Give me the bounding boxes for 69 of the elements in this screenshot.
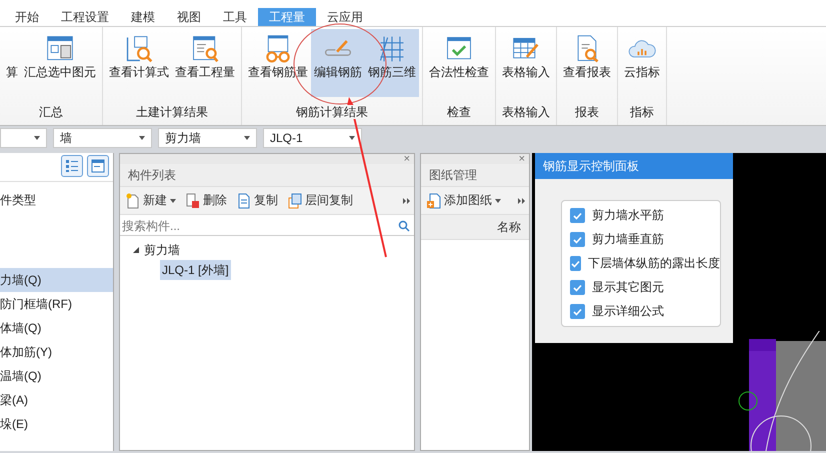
checkbox[interactable] — [570, 232, 585, 247]
panel-title: 构件列表 — [120, 164, 414, 187]
dropdown[interactable]: JLQ-1 — [263, 128, 362, 148]
tree-node[interactable]: JLQ-1 [外墙] — [160, 260, 231, 280]
group-label: 表格输入 — [502, 105, 550, 119]
group-label: 报表 — [575, 105, 599, 119]
ribbon-tab[interactable]: 云应用 — [316, 8, 374, 26]
component-type-item[interactable]: 垛(E) — [0, 412, 113, 436]
checkmark-icon — [573, 212, 582, 220]
toolbar-button[interactable]: 删除 — [183, 192, 230, 209]
checkmark-icon — [573, 236, 582, 244]
checkmark-icon — [573, 284, 582, 292]
ribbon-button[interactable]: 查看计算式 — [106, 29, 172, 97]
panel-title: 钢筋显示控制面板 — [535, 153, 733, 179]
ribbon-button[interactable]: 表格输入 — [499, 29, 553, 97]
group-label: 检查 — [447, 105, 471, 119]
component-type-item[interactable]: 力墙(Q) — [0, 268, 113, 292]
ribbon-tab[interactable]: 开始 — [4, 8, 50, 26]
ribbon-tab[interactable]: 工具 — [212, 8, 258, 26]
component-type-item[interactable]: 体墙(Q) — [0, 316, 113, 340]
new-document-icon — [126, 192, 140, 208]
ribbon-button[interactable]: 查看工程量 — [172, 29, 238, 97]
dropdown[interactable]: 剪力墙 — [158, 128, 257, 148]
checkbox-label: 剪力墙垂直筋 — [592, 231, 664, 248]
component-type-item[interactable]: 梁(A) — [0, 388, 113, 412]
window-view-icon[interactable] — [87, 155, 109, 177]
ribbon-button[interactable]: 算 — [3, 29, 21, 97]
search-icon[interactable] — [398, 220, 410, 232]
checkbox-label: 下层墙体纵筋的露出长度 — [588, 255, 720, 272]
document-icon — [237, 192, 251, 208]
list-view-icon[interactable] — [61, 155, 83, 177]
panel-title: 图纸管理 — [421, 164, 529, 187]
group-label: 指标 — [630, 105, 654, 119]
component-type-item[interactable]: 防门框墙(RF) — [0, 292, 113, 316]
ribbon-tab[interactable]: 视图 — [166, 8, 212, 26]
group-label: 钢筋计算结果 — [296, 105, 368, 119]
checkmark-icon — [571, 260, 580, 268]
group-label: 汇总 — [39, 105, 63, 119]
checkbox[interactable] — [570, 304, 585, 319]
toolbar-button[interactable]: 新建 — [123, 192, 179, 209]
ribbon-tab[interactable]: 工程设置 — [50, 8, 120, 26]
stacked-squares-icon — [288, 192, 302, 208]
checkbox-label: 显示详细公式 — [592, 303, 664, 320]
ribbon-button[interactable]: 编辑钢筋 — [311, 29, 365, 97]
component-type-heading: 件类型 — [0, 193, 36, 207]
ribbon-button[interactable]: 汇总选中图元 — [21, 29, 99, 97]
ribbon-button[interactable]: 云指标 — [621, 29, 663, 97]
component-type-item[interactable]: 体加筋(Y) — [0, 340, 113, 364]
toolbar-button[interactable]: 层间复制 — [285, 192, 356, 209]
close-button[interactable]: × — [518, 154, 525, 164]
group-label: 土建计算结果 — [136, 105, 208, 119]
document-add-icon — [427, 192, 441, 208]
ribbon-button[interactable]: 查看报表 — [560, 29, 614, 97]
toolbar-button[interactable]: 复制 — [234, 192, 281, 209]
checkbox[interactable] — [570, 208, 585, 223]
checkmark-icon — [573, 308, 582, 316]
checkbox-label: 剪力墙水平筋 — [592, 207, 664, 224]
dropdown[interactable]: 墙 — [53, 128, 152, 148]
tree-node[interactable]: 剪力墙 — [130, 240, 182, 260]
column-header[interactable]: 名称 — [421, 215, 529, 240]
document-delete-icon — [186, 192, 200, 208]
ribbon-button[interactable]: 合法性检查 — [426, 29, 492, 97]
checkbox-label: 显示其它图元 — [592, 279, 664, 296]
ribbon-tab[interactable]: 建模 — [120, 8, 166, 26]
close-button[interactable]: × — [404, 154, 410, 164]
checkbox[interactable] — [570, 280, 585, 295]
expander-icon[interactable] — [132, 246, 140, 254]
checkbox[interactable] — [570, 256, 581, 271]
component-type-item[interactable]: 温墙(Q) — [0, 364, 113, 388]
